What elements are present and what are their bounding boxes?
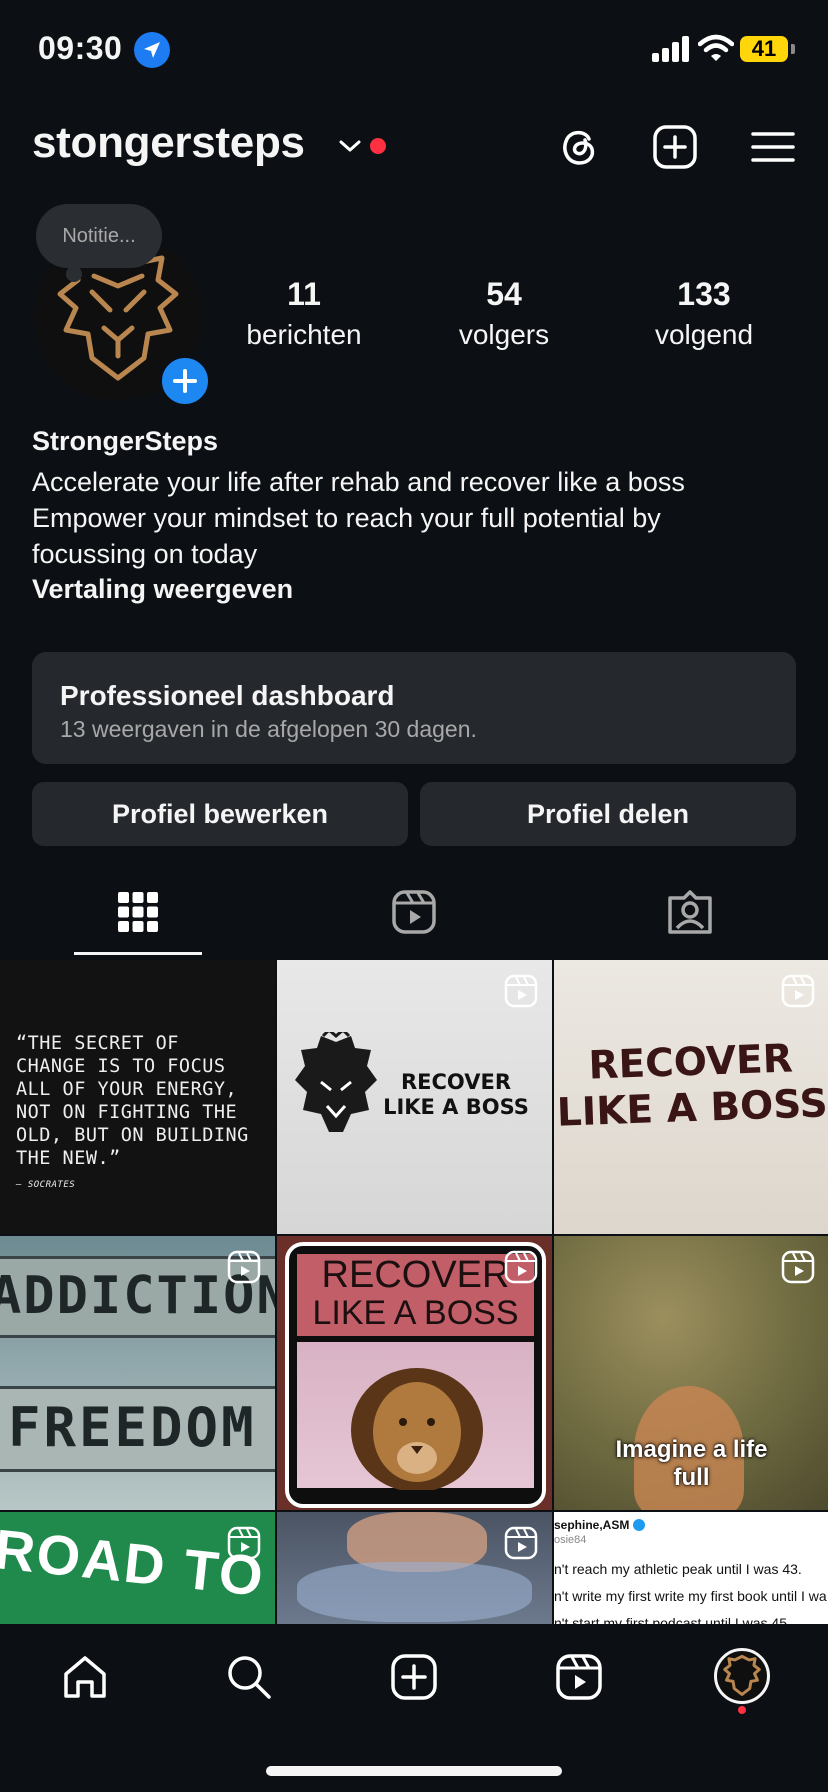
tile-text: LIKE A BOSS	[383, 1095, 529, 1119]
username-switcher[interactable]: stongersteps	[32, 118, 305, 168]
post-tile[interactable]: RECOVER LIKE A BOSS	[554, 960, 828, 1234]
quote-line: THE NEW.”	[16, 1148, 121, 1169]
dashboard-title: Professioneel dashboard	[60, 680, 395, 711]
profile-nav-avatar[interactable]	[714, 1648, 770, 1704]
stat-posts-label: berichten	[246, 319, 362, 350]
threads-icon[interactable]	[556, 124, 602, 170]
tab-tagged[interactable]	[666, 888, 714, 936]
reels-icon	[392, 890, 436, 934]
note-bubble[interactable]: Notitie...	[36, 204, 162, 268]
tab-grid[interactable]	[114, 888, 162, 936]
dashboard-subtitle: 13 weergaven in de afgelopen 30 dagen.	[60, 716, 477, 742]
cellular-signal-icon	[652, 36, 692, 67]
tagged-person-icon	[668, 890, 712, 934]
reel-badge-icon	[504, 1250, 538, 1284]
post-tile[interactable]: “THE SECRET OF CHANGE IS TO FOCUS ALL OF…	[0, 960, 275, 1234]
tile-text: LIKE A BOSS	[312, 1294, 519, 1332]
stat-posts[interactable]: 11 berichten	[224, 276, 384, 351]
tile-text: RECOVER	[321, 1254, 510, 1296]
profile-bio: Accelerate your life after rehab and rec…	[32, 464, 792, 572]
post-tile[interactable]	[277, 1512, 552, 1624]
reel-badge-icon	[227, 1526, 261, 1560]
reel-badge-icon	[504, 974, 538, 1008]
stat-followers[interactable]: 54 volgers	[424, 276, 584, 351]
search-icon[interactable]	[224, 1652, 274, 1702]
grid-icon	[118, 892, 158, 932]
post-tile[interactable]: Imagine a life full	[554, 1236, 828, 1510]
stat-following[interactable]: 133 volgend	[624, 276, 784, 351]
bio-line: Accelerate your life after rehab and rec…	[32, 467, 685, 497]
reel-badge-icon	[504, 1526, 538, 1560]
post-tile[interactable]: sephine,ASM osie84 n't reach my athletic…	[554, 1512, 828, 1624]
battery-cap	[791, 44, 795, 54]
quote-line: CHANGE IS TO FOCUS	[16, 1056, 226, 1077]
quote-line: ALL OF YOUR ENERGY,	[16, 1079, 238, 1100]
post-tile[interactable]: RECOVER LIKE A BOSS	[277, 960, 552, 1234]
quote-line: NOT ON FIGHTING THE	[16, 1102, 238, 1123]
see-translation-link[interactable]: Vertaling weergeven	[32, 574, 293, 605]
tile-text: full	[673, 1464, 710, 1491]
status-time: 09:30	[38, 30, 123, 66]
tweet-line: n't write my first write my first book u…	[554, 1588, 827, 1604]
home-icon[interactable]	[60, 1652, 110, 1702]
home-indicator	[266, 1766, 562, 1776]
stat-following-label: volgend	[654, 319, 754, 350]
professional-dashboard[interactable]: Professioneel dashboard 13 weergaven in …	[32, 652, 796, 764]
notification-dot	[738, 1706, 746, 1714]
notification-dot	[370, 138, 386, 154]
lion-illustration-icon	[295, 1032, 377, 1132]
verified-badge-icon	[632, 1519, 645, 1531]
post-tile[interactable]: RECOVER LIKE A BOSS	[277, 1236, 552, 1510]
note-bubble-tail	[66, 266, 82, 282]
stat-posts-count: 11	[287, 276, 321, 312]
new-post-icon[interactable]	[389, 1652, 439, 1702]
wifi-icon	[697, 34, 735, 67]
profile-name: StrongerSteps	[32, 426, 219, 456]
share-profile-button[interactable]: Profiel delen	[420, 782, 796, 846]
bio-line: focussing on today	[32, 539, 258, 569]
tweet-handle: sephine,ASM	[554, 1518, 645, 1532]
reels-nav-icon[interactable]	[554, 1652, 604, 1702]
lion-photo-icon	[351, 1368, 483, 1490]
tweet-line: n't reach my athletic peak until I was 4…	[554, 1561, 802, 1577]
location-arrow-icon	[134, 32, 170, 68]
edit-profile-button[interactable]: Profiel bewerken	[32, 782, 408, 846]
quote-line: OLD, BUT ON BUILDING	[16, 1125, 249, 1146]
tile-text: Imagine a life	[615, 1436, 768, 1463]
chevron-down-icon[interactable]	[338, 138, 362, 159]
tile-text: LIKE A BOSS	[556, 1081, 828, 1136]
tile-text: RECOVER	[401, 1070, 511, 1094]
tab-reels[interactable]	[390, 888, 438, 936]
tweet-author: sephine,ASM	[554, 1518, 630, 1532]
create-post-icon[interactable]	[652, 124, 698, 170]
active-tab-indicator	[74, 952, 202, 955]
stat-followers-count: 54	[486, 276, 522, 312]
tweet-username: osie84	[554, 1534, 587, 1546]
stat-following-count: 133	[677, 276, 731, 312]
tile-text: FREEDOM	[8, 1396, 257, 1459]
battery-indicator: 41	[740, 36, 788, 62]
post-tile[interactable]: ROAD TO	[0, 1512, 275, 1624]
add-story-button[interactable]	[158, 354, 212, 408]
post-tile[interactable]: ADDICTION FREEDOM	[0, 1236, 275, 1510]
bio-line: Empower your mindset to reach your full …	[32, 503, 661, 533]
posts-grid: “THE SECRET OF CHANGE IS TO FOCUS ALL OF…	[0, 960, 828, 1624]
reel-badge-icon	[781, 974, 815, 1008]
quote-line: “THE SECRET OF	[16, 1033, 179, 1054]
stat-followers-label: volgers	[458, 319, 550, 350]
lion-logo-icon	[723, 1654, 761, 1696]
tweet-line: n't start my first podcast until I was 4…	[554, 1615, 787, 1624]
quote-author: — SOCRATES	[16, 1180, 76, 1190]
menu-icon[interactable]	[750, 124, 796, 170]
reel-badge-icon	[781, 1250, 815, 1284]
reel-badge-icon	[227, 1250, 261, 1284]
